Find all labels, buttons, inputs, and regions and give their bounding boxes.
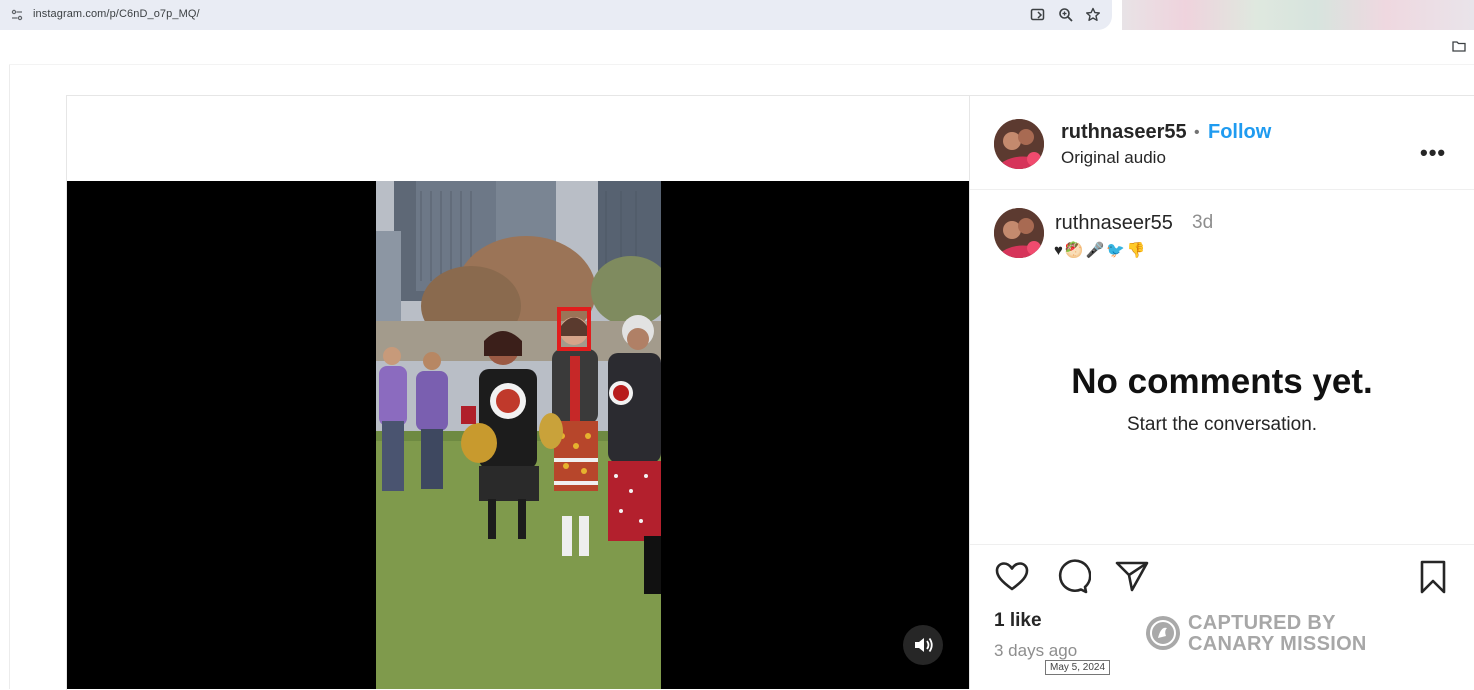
page-top-border bbox=[9, 64, 1474, 65]
share-icon[interactable] bbox=[1113, 557, 1151, 595]
no-comments-subtitle: Start the conversation. bbox=[1126, 414, 1318, 435]
audio-label[interactable]: Original audio bbox=[1061, 148, 1166, 168]
caption-username[interactable]: ruthnaseer55 bbox=[1055, 212, 1173, 235]
video-player[interactable] bbox=[67, 181, 969, 689]
open-in-app-icon[interactable] bbox=[1029, 6, 1047, 24]
watermark-line-1: CAPTURED BY bbox=[1188, 612, 1336, 634]
post-side-panel: ruthnaseer55 • Follow Original audio •••… bbox=[970, 96, 1474, 689]
building bbox=[376, 231, 401, 331]
speaker-box bbox=[644, 536, 661, 594]
header-divider bbox=[970, 189, 1474, 190]
zoom-icon[interactable] bbox=[1057, 6, 1075, 24]
address-bar[interactable]: instagram.com/p/C6nD_o7p_MQ/ bbox=[0, 0, 1112, 30]
canary-logo-icon bbox=[1146, 616, 1180, 650]
post-username[interactable]: ruthnaseer55 bbox=[1061, 121, 1187, 144]
url-text[interactable]: instagram.com/p/C6nD_o7p_MQ/ bbox=[33, 8, 200, 20]
save-icon[interactable] bbox=[1414, 558, 1452, 596]
follow-button[interactable]: Follow bbox=[1208, 121, 1271, 144]
date-tooltip: May 5, 2024 bbox=[1045, 660, 1111, 675]
post-timestamp[interactable]: 3 days ago bbox=[994, 641, 1077, 661]
watermark-line-2: CANARY MISSION bbox=[1188, 633, 1367, 655]
caption-text: ♥🥙🎤🐦👎 bbox=[1054, 242, 1148, 259]
site-settings-icon[interactable] bbox=[11, 9, 23, 21]
mute-button[interactable] bbox=[903, 625, 943, 665]
bookmark-folder-icon[interactable] bbox=[1452, 40, 1466, 52]
avatar-image bbox=[994, 119, 1044, 169]
comment-icon[interactable] bbox=[1053, 558, 1091, 596]
page-edge bbox=[9, 64, 10, 689]
speaker-icon bbox=[915, 637, 933, 653]
blurred-tab-area bbox=[1122, 0, 1474, 30]
heart-icon[interactable] bbox=[993, 558, 1031, 596]
video-scene bbox=[376, 181, 661, 689]
actions-divider bbox=[970, 544, 1474, 545]
media-top-blank bbox=[67, 96, 969, 181]
avatar-image bbox=[994, 208, 1044, 258]
separator-dot: • bbox=[1194, 124, 1200, 141]
no-comments-title: No comments yet. bbox=[1071, 362, 1373, 401]
like-count[interactable]: 1 like bbox=[994, 610, 1042, 632]
caption-avatar[interactable] bbox=[994, 208, 1044, 258]
canary-mission-watermark: CAPTURED BY CANARY MISSION bbox=[1146, 612, 1406, 660]
avatar[interactable] bbox=[994, 119, 1044, 169]
bookmark-star-icon[interactable] bbox=[1084, 6, 1102, 24]
more-options-button[interactable]: ••• bbox=[1420, 140, 1446, 166]
caption-time[interactable]: 3d bbox=[1192, 212, 1213, 234]
video-frame[interactable] bbox=[376, 181, 661, 689]
